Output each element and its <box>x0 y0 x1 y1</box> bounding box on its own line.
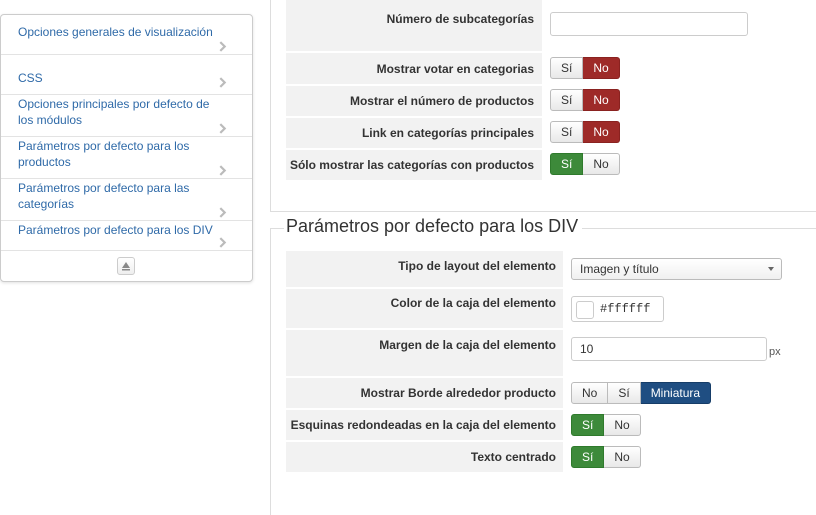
field-label: Número de subcategorías <box>386 12 534 26</box>
sidebar-item-category-defaults[interactable]: Parámetros por defecto para las categorí… <box>1 179 252 221</box>
chevron-down-icon <box>768 267 774 271</box>
sidebar-item-module-defaults[interactable]: Opciones principales por defecto de los … <box>1 95 252 137</box>
yes-option[interactable]: Sí <box>550 153 584 175</box>
yes-option[interactable]: Sí <box>550 121 584 143</box>
no-option[interactable]: No <box>583 57 620 79</box>
sidebar-item-label: Parámetros por defecto para los DIV <box>18 223 213 237</box>
chevron-right-icon <box>219 165 227 176</box>
form-row-show-vote: Mostrar votar en categorias Sí No <box>286 53 816 85</box>
form-row-box-margin: Margen de la caja del elemento px <box>286 330 816 377</box>
chevron-right-icon <box>219 77 227 88</box>
subcategories-number-input[interactable] <box>550 12 748 36</box>
field-label: Sólo mostrar las categorías con producto… <box>289 158 534 172</box>
sidebar-item-general-display[interactable]: Opciones generales de visualización <box>1 15 252 55</box>
centered-text-toggle[interactable]: Sí No <box>571 446 641 468</box>
show-vote-toggle[interactable]: Sí No <box>550 57 620 79</box>
color-swatch[interactable] <box>576 301 594 319</box>
form-row-layout-type: Tipo de layout del elemento Imagen y tít… <box>286 251 816 288</box>
product-count-toggle[interactable]: Sí No <box>550 89 620 111</box>
form-row-centered-text: Texto centrado Sí No <box>286 442 816 473</box>
fieldset-border <box>270 228 284 229</box>
sidebar-item-label: Opciones principales por defecto de los … <box>18 97 210 127</box>
thumbnail-option[interactable]: Miniatura <box>640 382 712 404</box>
select-value: Imagen y título <box>580 262 659 276</box>
field-label: Margen de la caja del elemento <box>379 338 556 352</box>
field-label: Color de la caja del elemento <box>390 296 556 310</box>
field-label: Texto centrado <box>470 450 556 464</box>
chevron-right-icon <box>219 123 227 134</box>
sidebar-item-product-defaults[interactable]: Parámetros por defecto para los producto… <box>1 137 252 179</box>
yes-option[interactable]: Sí <box>550 89 584 111</box>
border-toggle[interactable]: No Sí Miniatura <box>571 382 712 404</box>
layout-type-select[interactable]: Imagen y título <box>571 258 782 280</box>
yes-option[interactable]: Sí <box>608 382 641 404</box>
yes-option[interactable]: Sí <box>550 57 584 79</box>
no-option[interactable]: No <box>604 446 641 468</box>
sidebar-item-label: CSS <box>18 71 43 85</box>
no-option[interactable]: No <box>583 153 620 175</box>
fieldset-border <box>270 211 816 212</box>
rounded-corners-toggle[interactable]: Sí No <box>571 414 641 436</box>
color-value: #ffffff <box>600 302 651 316</box>
field-label: Esquinas redondeadas en la caja del elem… <box>290 418 556 432</box>
form-row-box-color: Color de la caja del elemento #ffffff <box>286 289 816 329</box>
arrow-up-icon <box>122 262 130 271</box>
field-label: Tipo de layout del elemento <box>398 259 556 273</box>
form-row-subcategories: Número de subcategorías <box>286 0 816 52</box>
form-row-rounded-corners: Esquinas redondeadas en la caja del elem… <box>286 410 816 441</box>
form-row-link-main-categories: Link en categorías principales Sí No <box>286 118 816 149</box>
sidebar-item-label: Parámetros por defecto para los producto… <box>18 139 190 169</box>
no-option[interactable]: No <box>571 382 609 404</box>
field-label: Mostrar votar en categorias <box>376 62 534 76</box>
yes-option[interactable]: Sí <box>571 446 605 468</box>
sidebar-item-div-defaults[interactable]: Parámetros por defecto para los DIV <box>1 221 252 251</box>
sidebar-item-css[interactable]: CSS <box>1 55 252 95</box>
sidebar-menu: Opciones generales de visualización CSS … <box>0 14 253 282</box>
field-label: Link en categorías principales <box>361 126 534 140</box>
no-option[interactable]: No <box>604 414 641 436</box>
no-option[interactable]: No <box>583 89 620 111</box>
box-color-picker[interactable]: #ffffff <box>571 296 664 322</box>
chevron-right-icon <box>219 207 227 218</box>
fieldset-border <box>270 228 271 515</box>
form-row-border: Mostrar Borde alrededor producto No Sí M… <box>286 378 816 409</box>
sidebar-item-label: Opciones generales de visualización <box>18 25 213 39</box>
link-main-categories-toggle[interactable]: Sí No <box>550 121 620 143</box>
section-title: Parámetros por defecto para los DIV <box>286 216 583 237</box>
no-option[interactable]: No <box>583 121 620 143</box>
box-margin-input[interactable] <box>571 337 767 361</box>
form-row-product-count: Mostrar el número de productos Sí No <box>286 86 816 117</box>
only-with-products-toggle[interactable]: Sí No <box>550 153 620 175</box>
form-row-only-with-products: Sólo mostrar las categorías con producto… <box>286 150 816 181</box>
field-label: Mostrar Borde alrededor producto <box>360 386 556 400</box>
collapse-sidebar-button[interactable] <box>117 257 135 275</box>
chevron-right-icon <box>219 237 227 248</box>
fieldset-border <box>580 228 816 229</box>
fieldset-border <box>270 0 271 212</box>
unit-label: px <box>769 346 781 358</box>
yes-option[interactable]: Sí <box>571 414 605 436</box>
sidebar-item-label: Parámetros por defecto para las categorí… <box>18 181 190 211</box>
chevron-right-icon <box>219 41 227 52</box>
field-label: Mostrar el número de productos <box>349 94 534 108</box>
